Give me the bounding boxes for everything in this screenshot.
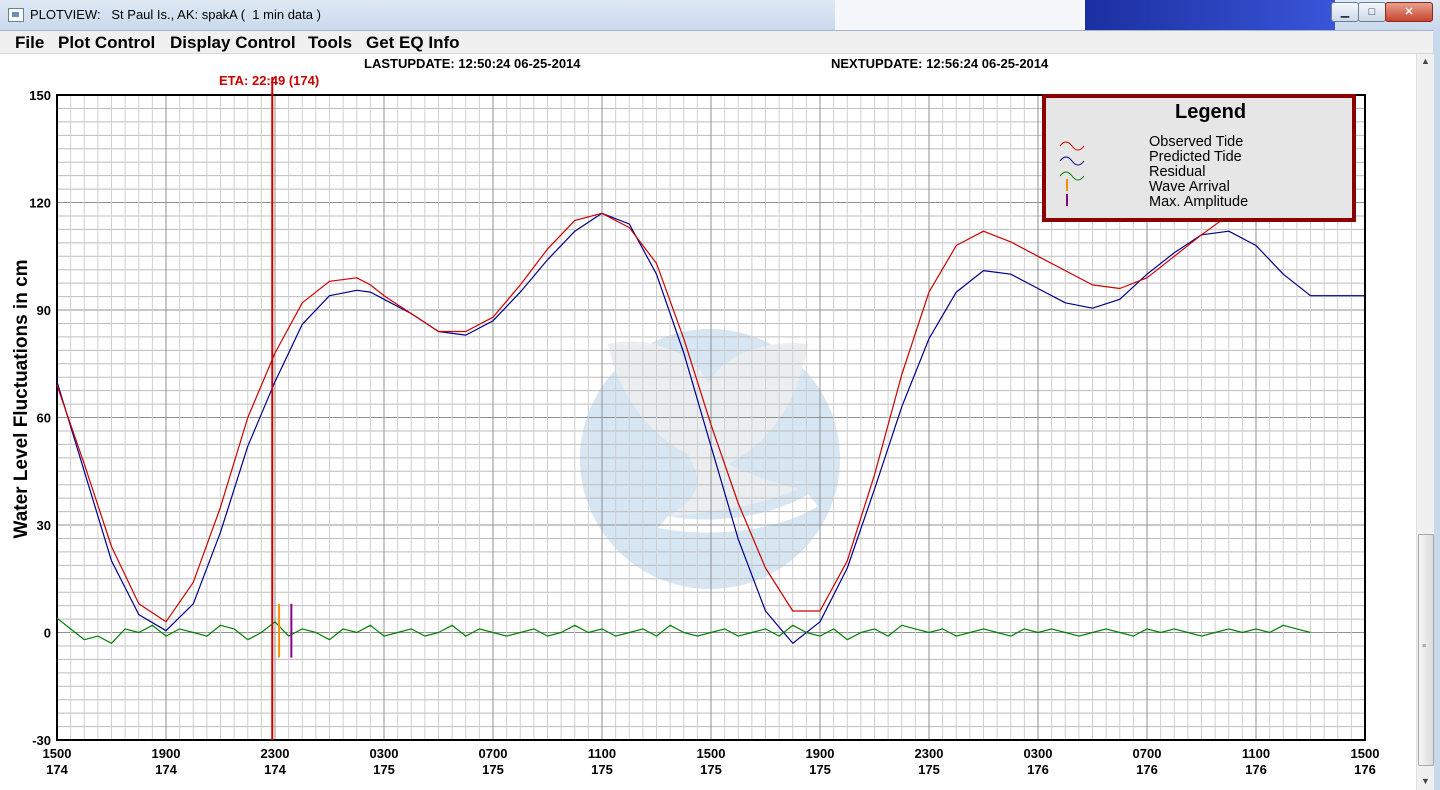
legend-entry-max-amplitude: Max. Amplitude — [1149, 194, 1248, 210]
legend-entry-observed: Observed Tide — [1149, 134, 1243, 150]
menu-bar: File Plot Control Display Control Tools … — [0, 31, 1440, 54]
maximize-button[interactable]: □ — [1358, 2, 1386, 22]
close-button[interactable]: ✕ — [1385, 2, 1433, 22]
x-tick-time-label: 1900 — [806, 746, 835, 761]
scroll-up-arrow-icon[interactable]: ▲ — [1417, 54, 1434, 68]
x-tick-time-label: 2300 — [915, 746, 944, 761]
y-axis-label: Water Level Fluctuations in cm — [11, 259, 32, 538]
y-tick-label: 90 — [37, 303, 51, 318]
menu-display-control[interactable]: Display Control — [170, 33, 296, 53]
x-axis-ticks: 1500174190017423001740300175070017511001… — [43, 746, 1380, 777]
x-tick-day-label: 175 — [809, 762, 831, 777]
minimize-button[interactable]: ▁ — [1331, 2, 1359, 22]
noaa-watermark-logo — [580, 329, 840, 589]
y-tick-label: 120 — [29, 196, 51, 211]
x-tick-day-label: 175 — [918, 762, 940, 777]
legend-entry-predicted: Predicted Tide — [1149, 149, 1242, 165]
scroll-down-arrow-icon[interactable]: ▼ — [1417, 774, 1434, 788]
x-tick-time-label: 0700 — [479, 746, 508, 761]
x-tick-day-label: 175 — [591, 762, 613, 777]
window-title-bar[interactable]: PLOTVIEW: St Paul Is., AK: spakA ( 1 min… — [0, 0, 1440, 31]
y-tick-label: 30 — [37, 518, 51, 533]
x-tick-time-label: 1500 — [697, 746, 726, 761]
x-tick-time-label: 0300 — [370, 746, 399, 761]
window-right-border — [1433, 30, 1440, 790]
x-tick-day-label: 176 — [1354, 762, 1376, 777]
x-tick-time-label: 0300 — [1024, 746, 1053, 761]
menu-get-eq-info[interactable]: Get EQ Info — [366, 33, 460, 53]
last-update-label: LASTUPDATE: 12:50:24 06-25-2014 — [364, 56, 581, 71]
vertical-scrollbar[interactable]: ▲ ≡ ▼ — [1416, 54, 1434, 790]
x-tick-day-label: 176 — [1027, 762, 1049, 777]
x-tick-day-label: 175 — [373, 762, 395, 777]
legend-entry-wave-arrival: Wave Arrival — [1149, 179, 1230, 195]
background-desktop-strip — [1085, 0, 1335, 30]
tide-gauge-chart[interactable]: -300306090120150 15001741900174230017403… — [8, 54, 1416, 790]
plot-area: -30 0 30 60 90 120 150 1500 174 1900 174 2300 174 03… — [8, 54, 1416, 790]
x-tick-day-label: 174 — [264, 762, 286, 777]
scrollbar-grip-icon: ≡ — [1422, 643, 1427, 650]
x-tick-time-label: 1100 — [588, 746, 616, 761]
x-tick-day-label: 175 — [700, 762, 722, 777]
y-axis-ticks: -300306090120150 — [29, 88, 51, 748]
x-tick-time-label: 1900 — [152, 746, 181, 761]
menu-tools[interactable]: Tools — [308, 33, 352, 53]
background-window-strip — [835, 0, 1085, 30]
plotview-app-icon[interactable] — [8, 8, 24, 22]
x-tick-day-label: 174 — [46, 762, 68, 777]
x-tick-day-label: 175 — [482, 762, 504, 777]
x-tick-day-label: 176 — [1136, 762, 1158, 777]
window-title: PLOTVIEW: St Paul Is., AK: spakA ( 1 min… — [30, 7, 321, 22]
y-tick-label: 150 — [29, 88, 51, 103]
x-tick-day-label: 174 — [155, 762, 177, 777]
next-update-label: NEXTUPDATE: 12:56:24 06-25-2014 — [831, 56, 1049, 71]
window-left-border — [0, 54, 8, 790]
x-tick-day-label: 176 — [1245, 762, 1267, 777]
legend-title: Legend — [1175, 101, 1246, 123]
x-tick-time-label: 1500 — [1351, 746, 1380, 761]
eta-label: ETA: 22:49 (174) — [219, 73, 319, 88]
menu-plot-control[interactable]: Plot Control — [58, 33, 155, 53]
x-tick-time-label: 0700 — [1133, 746, 1162, 761]
y-tick-label: 0 — [44, 626, 51, 641]
scrollbar-thumb[interactable]: ≡ — [1418, 534, 1434, 766]
menu-file[interactable]: File — [15, 33, 44, 53]
y-tick-label: 60 — [37, 411, 51, 426]
x-tick-time-label: 1100 — [1242, 746, 1270, 761]
x-tick-time-label: 2300 — [261, 746, 290, 761]
legend-entry-residual: Residual — [1149, 164, 1205, 180]
x-tick-time-label: 1500 — [43, 746, 72, 761]
chart-legend[interactable]: Legend Observed Tide Predicted Tide Resi… — [1042, 94, 1356, 222]
